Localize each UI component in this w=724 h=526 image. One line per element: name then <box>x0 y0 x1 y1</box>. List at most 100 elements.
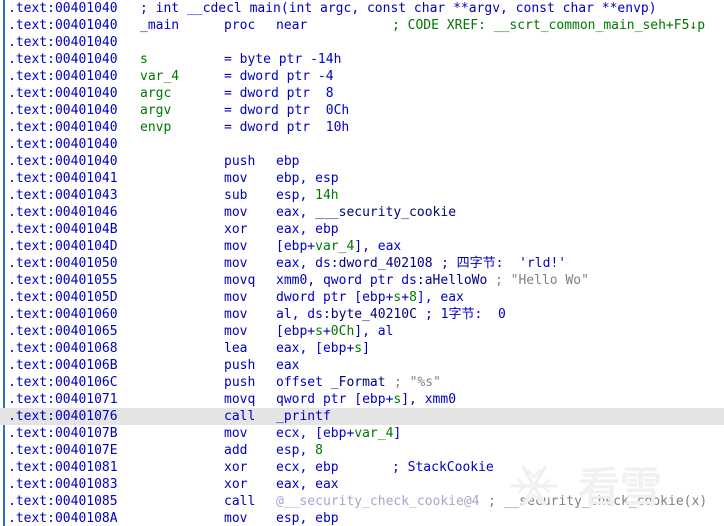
line-address: .text:0040108A <box>8 511 118 526</box>
disassembly-view[interactable]: .text:00401040 ; int __cdecl main(int arg… <box>0 0 724 526</box>
stack-variable-name[interactable]: argv <box>140 102 171 119</box>
disassembly-line[interactable]: .text:0040107E add esp, 8 <box>0 442 724 459</box>
disassembly-listing[interactable]: .text:00401040 ; int __cdecl main(int arg… <box>0 0 724 526</box>
line-address: .text:0040105D <box>8 290 118 305</box>
disassembly-line[interactable]: .text:00401040 argc = dword ptr 8 <box>0 85 724 102</box>
disassembly-line[interactable]: .text:00401040 s = byte ptr -14h <box>0 51 724 68</box>
instruction-mnemonic[interactable]: lea <box>224 340 247 357</box>
line-address: .text:0040104D <box>8 239 118 254</box>
line-address: .text:00401071 <box>8 392 118 407</box>
stack-variable-name[interactable]: var_4 <box>140 68 179 85</box>
disassembly-line[interactable]: .text:00401050 mov eax, ds:dword_402108 ; 四… <box>0 255 724 272</box>
disassembly-line[interactable]: .text:00401040 var_4 = dword ptr -4 <box>0 68 724 85</box>
stack-variable-definition: = dword ptr -4 <box>224 69 334 84</box>
instruction-mnemonic[interactable]: movq <box>224 272 255 289</box>
instruction-operands[interactable]: xmm0, qword ptr ds:aHelloWo <box>276 272 487 289</box>
instruction-operands[interactable]: ebp <box>276 153 299 170</box>
disassembly-line[interactable]: .text:0040104D mov [ebp+var_4], eax <box>0 238 724 255</box>
disassembly-line[interactable]: .text:00401040 envp = dword ptr 10h <box>0 119 724 136</box>
instruction-operands[interactable]: @__security_check_cookie@4 <box>276 493 480 510</box>
instruction-operands[interactable]: al, ds:byte_40210C <box>276 306 417 323</box>
function-name[interactable]: _main <box>140 17 179 34</box>
disassembly-line[interactable]: .text:00401040 ; int __cdecl main(int arg… <box>0 0 724 17</box>
line-address: .text:00401081 <box>8 460 118 475</box>
instruction-mnemonic[interactable]: push <box>224 357 255 374</box>
instruction-mnemonic[interactable]: add <box>224 442 247 459</box>
instruction-operands[interactable]: eax, ebp <box>276 221 339 238</box>
stack-variable-name[interactable]: envp <box>140 119 171 136</box>
instruction-mnemonic[interactable]: mov <box>224 306 247 323</box>
instruction-operands[interactable]: dword ptr [ebp+s+8], eax <box>276 289 464 306</box>
disassembly-line[interactable]: .text:0040106C push offset _Format ; "%s" <box>0 374 724 391</box>
instruction-mnemonic[interactable]: mov <box>224 204 247 221</box>
instruction-operands[interactable]: esp, ebp <box>276 510 339 526</box>
line-address: .text:00401040 <box>8 52 118 67</box>
disassembly-line[interactable]: .text:0040108A mov esp, ebp <box>0 510 724 526</box>
line-address: .text:00401040 <box>8 18 118 33</box>
line-address: .text:0040107B <box>8 426 118 441</box>
disassembly-line[interactable]: .text:0040105D mov dword ptr [ebp+s+8], ea… <box>0 289 724 306</box>
disassembly-line[interactable]: .text:00401041 mov ebp, esp <box>0 170 724 187</box>
disassembly-line[interactable]: .text:00401081 xor ecx, ebp ; StackCookie <box>0 459 724 476</box>
disassembly-line[interactable]: .text:0040107B mov ecx, [ebp+var_4] <box>0 425 724 442</box>
disassembly-line[interactable]: .text:00401043 sub esp, 14h <box>0 187 724 204</box>
disassembly-line[interactable]: .text:00401085 call @__security_check_cook… <box>0 493 724 510</box>
line-address: .text:00401040 <box>8 103 118 118</box>
instruction-mnemonic[interactable]: mov <box>224 170 247 187</box>
disassembly-line[interactable]: .text:00401065 mov [ebp+s+0Ch], al <box>0 323 724 340</box>
instruction-operands[interactable]: [ebp+s+0Ch], al <box>276 323 393 340</box>
instruction-mnemonic[interactable]: mov <box>224 425 247 442</box>
directive: proc <box>224 18 256 33</box>
instruction-mnemonic[interactable]: xor <box>224 459 247 476</box>
disassembly-line[interactable]: .text:00401046 mov eax, ___security_cookie <box>0 204 724 221</box>
directive-operand: near <box>276 18 308 33</box>
disassembly-line[interactable]: .text:00401040 _main proc near ; CODE XREF: … <box>0 17 724 34</box>
instruction-operands[interactable]: offset _Format <box>276 374 386 391</box>
instruction-operands[interactable]: ebp, esp <box>276 170 339 187</box>
instruction-mnemonic[interactable]: mov <box>224 238 247 255</box>
line-address: .text:00401046 <box>8 205 118 220</box>
instruction-operands[interactable]: _printf <box>276 408 331 425</box>
disassembly-line[interactable]: .text:00401083 xor eax, eax <box>0 476 724 493</box>
instruction-mnemonic[interactable]: call <box>224 493 255 510</box>
disassembly-line[interactable]: .text:00401055 movq xmm0, qword ptr ds:aHe… <box>0 272 724 289</box>
disassembly-line[interactable]: .text:00401060 mov al, ds:byte_40210C ; 1字节… <box>0 306 724 323</box>
stack-variable-name[interactable]: argc <box>140 85 171 102</box>
instruction-mnemonic[interactable]: mov <box>224 323 247 340</box>
disassembly-line[interactable]: .text:00401076 call _printf <box>0 408 724 425</box>
line-address: .text:0040106B <box>8 358 118 373</box>
disassembly-line[interactable]: .text:0040106B push eax <box>0 357 724 374</box>
instruction-operands[interactable]: [ebp+var_4], eax <box>276 238 401 255</box>
instruction-mnemonic[interactable]: mov <box>224 255 247 272</box>
instruction-mnemonic[interactable]: movq <box>224 391 255 408</box>
disassembly-line[interactable]: .text:00401040 argv = dword ptr 0Ch <box>0 102 724 119</box>
instruction-mnemonic[interactable]: mov <box>224 510 247 526</box>
disassembly-line[interactable]: .text:00401040 <box>0 34 724 51</box>
instruction-operands[interactable]: eax, eax <box>276 476 339 493</box>
instruction-mnemonic[interactable]: push <box>224 374 255 391</box>
instruction-mnemonic[interactable]: call <box>224 408 255 425</box>
line-address: .text:0040104B <box>8 222 118 237</box>
disassembly-line[interactable]: .text:00401068 lea eax, [ebp+s] <box>0 340 724 357</box>
instruction-operands[interactable]: esp, 14h <box>276 187 339 204</box>
stack-variable-name[interactable]: s <box>140 51 148 68</box>
instruction-operands[interactable]: eax <box>276 357 299 374</box>
instruction-operands[interactable]: eax, ds:dword_402108 <box>276 255 433 272</box>
instruction-mnemonic[interactable]: sub <box>224 187 247 204</box>
instruction-operands[interactable]: esp, 8 <box>276 442 323 459</box>
line-comment: ; __security_check_cookie(x) <box>488 494 708 509</box>
instruction-operands[interactable]: ecx, ebp <box>276 459 339 476</box>
instruction-operands[interactable]: eax, ___security_cookie <box>276 204 456 221</box>
instruction-operands[interactable]: eax, [ebp+s] <box>276 340 370 357</box>
disassembly-line[interactable]: .text:0040104B xor eax, ebp <box>0 221 724 238</box>
instruction-mnemonic[interactable]: xor <box>224 221 247 238</box>
disassembly-line[interactable]: .text:00401071 movq qword ptr [ebp+s], xmm… <box>0 391 724 408</box>
instruction-mnemonic[interactable]: push <box>224 153 255 170</box>
line-address: .text:00401040 <box>8 86 118 101</box>
disassembly-line[interactable]: .text:00401040 <box>0 136 724 153</box>
instruction-mnemonic[interactable]: mov <box>224 289 247 306</box>
instruction-operands[interactable]: qword ptr [ebp+s], xmm0 <box>276 391 456 408</box>
instruction-mnemonic[interactable]: xor <box>224 476 247 493</box>
disassembly-line[interactable]: .text:00401040 push ebp <box>0 153 724 170</box>
instruction-operands[interactable]: ecx, [ebp+var_4] <box>276 425 401 442</box>
